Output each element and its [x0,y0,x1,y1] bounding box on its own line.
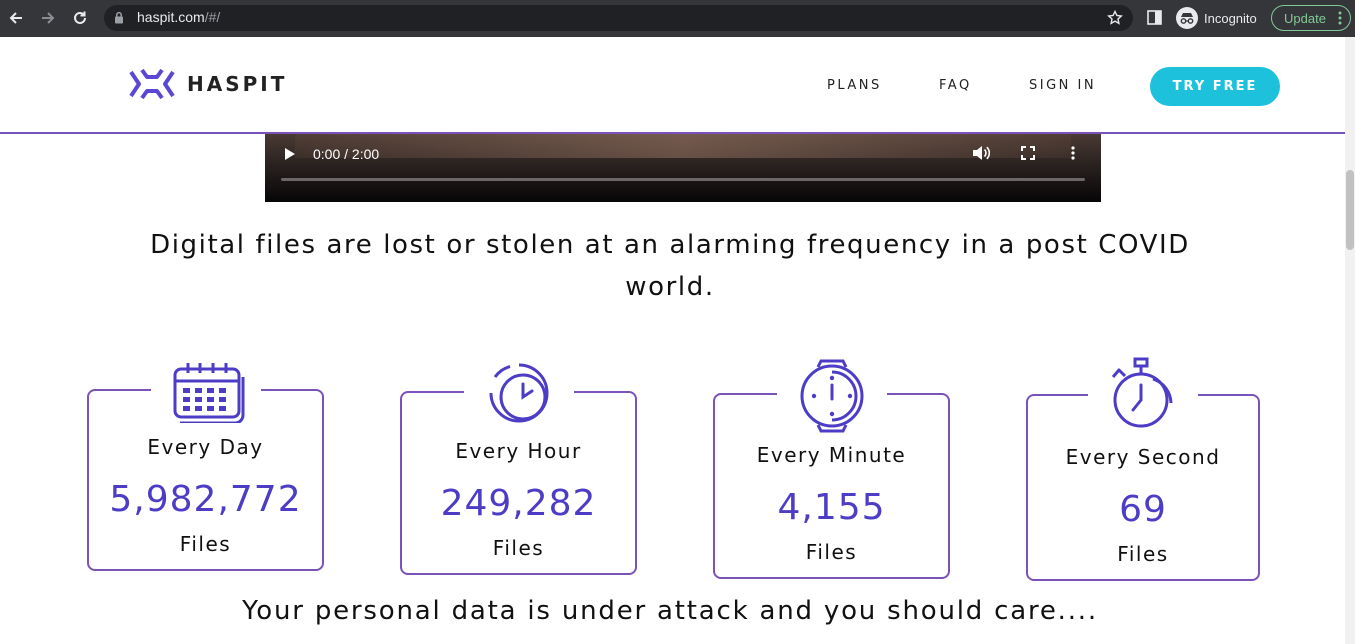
stat-count: 69 [1119,489,1167,530]
update-label: Update [1284,11,1326,26]
side-panel-icon[interactable] [1147,10,1162,25]
tagline: Your personal data is under attack and y… [242,596,1098,626]
lock-icon [115,11,123,24]
try-free-button[interactable]: TRY FREE [1150,67,1280,106]
forward-button[interactable] [38,8,58,28]
address-bar[interactable]: haspit.com/#/ [104,5,1133,31]
brand-logo[interactable]: HASPIT [129,68,287,100]
stat-card-minute: Every Minute 4,155 Files [713,357,950,579]
stat-count: 4,155 [777,487,886,528]
stat-period: Every Hour [455,439,582,463]
haspit-logo-icon [129,68,175,100]
clock-icon [463,360,574,440]
fullscreen-icon[interactable] [1021,146,1035,160]
play-icon[interactable] [284,147,296,161]
stat-period: Every Day [147,435,264,459]
nav-faq[interactable]: FAQ [939,78,972,93]
bookmark-star-icon[interactable] [1107,10,1123,26]
scrollbar-thumb[interactable] [1346,170,1354,250]
back-button[interactable] [6,8,26,28]
arrow-left-icon [9,12,22,24]
reload-button[interactable] [70,8,90,28]
calendar-icon [150,361,261,441]
incognito-label: Incognito [1204,10,1257,26]
stopwatch-icon [1088,357,1198,437]
brand-name: HASPIT [187,72,288,96]
stat-unit: Files [179,532,232,556]
url-text: haspit.com/#/ [137,9,221,25]
stat-card-hour: Every Hour 249,282 Files [400,360,637,575]
browser-toolbar: haspit.com/#/ Incognito Update [0,0,1355,37]
stat-period: Every Second [1065,445,1221,469]
incognito-profile[interactable]: Incognito [1176,7,1257,29]
kebab-menu-icon [1338,11,1342,25]
stat-count: 5,982,772 [109,479,302,520]
video-player[interactable]: 0:00 / 2:00 [265,134,1101,202]
incognito-icon [1176,7,1198,29]
video-progress-bar[interactable] [281,178,1085,181]
stat-period: Every Minute [756,443,907,467]
headline: Digital files are lost or stolen at an a… [150,230,1190,302]
update-button[interactable]: Update [1271,5,1351,31]
stat-card-second: Every Second 69 Files [1026,357,1260,581]
video-frame [295,134,1071,158]
reload-icon [74,11,86,24]
site-header: HASPIT PLANS FAQ SIGN IN TRY FREE [0,37,1345,134]
stat-card-day: Every Day 5,982,772 Files [87,361,324,571]
more-options-icon[interactable] [1071,146,1075,160]
stat-unit: Files [1117,542,1169,566]
stat-count: 249,282 [440,483,597,524]
nav-sign-in[interactable]: SIGN IN [1029,78,1096,93]
arrow-right-icon [42,12,55,24]
scrollbar-track[interactable] [1345,37,1355,644]
nav-plans[interactable]: PLANS [827,78,882,93]
stat-unit: Files [492,536,545,560]
watch-icon [776,357,887,437]
volume-icon[interactable] [972,145,990,161]
stat-unit: Files [805,540,858,564]
video-time: 0:00 / 2:00 [313,146,380,162]
